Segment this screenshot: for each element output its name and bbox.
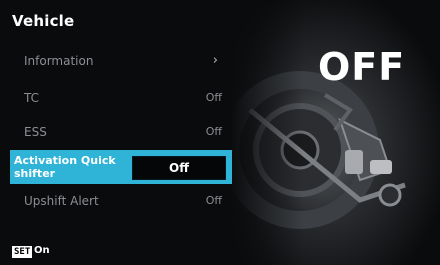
menu-item-value: Off (205, 194, 222, 207)
menu-item-label: Information (24, 54, 94, 68)
menu-item-value: Off (205, 125, 222, 138)
set-action-label: On (34, 245, 50, 256)
menu-item-value: Off (169, 161, 189, 175)
value-selector[interactable]: Off (132, 156, 226, 180)
chevron-right-icon: › (212, 53, 218, 68)
menu-item-label: ESS (24, 125, 47, 139)
menu-item-label: Upshift Alert (24, 194, 99, 208)
menu-item-ess[interactable]: ESS Off (10, 117, 232, 147)
vehicle-settings-screen: Vehicle Information › TC Off ESS Off Act… (0, 0, 440, 265)
menu-item-label: Activation Quick shifter (14, 154, 116, 180)
motorcycle-background-image (230, 0, 440, 265)
menu-item-upshift-alert[interactable]: Upshift Alert Off (10, 186, 232, 216)
menu-item-activation-quick-shifter[interactable]: Activation Quick shifter Off (10, 150, 232, 184)
menu-item-value: Off (205, 91, 222, 104)
menu-item-information[interactable]: Information › (10, 46, 232, 76)
status-display: OFF (318, 45, 406, 89)
page-title: Vehicle (12, 12, 75, 30)
set-key-badge: SET (12, 246, 33, 258)
menu-item-tc[interactable]: TC Off (10, 83, 232, 113)
menu-item-label: TC (24, 91, 40, 105)
